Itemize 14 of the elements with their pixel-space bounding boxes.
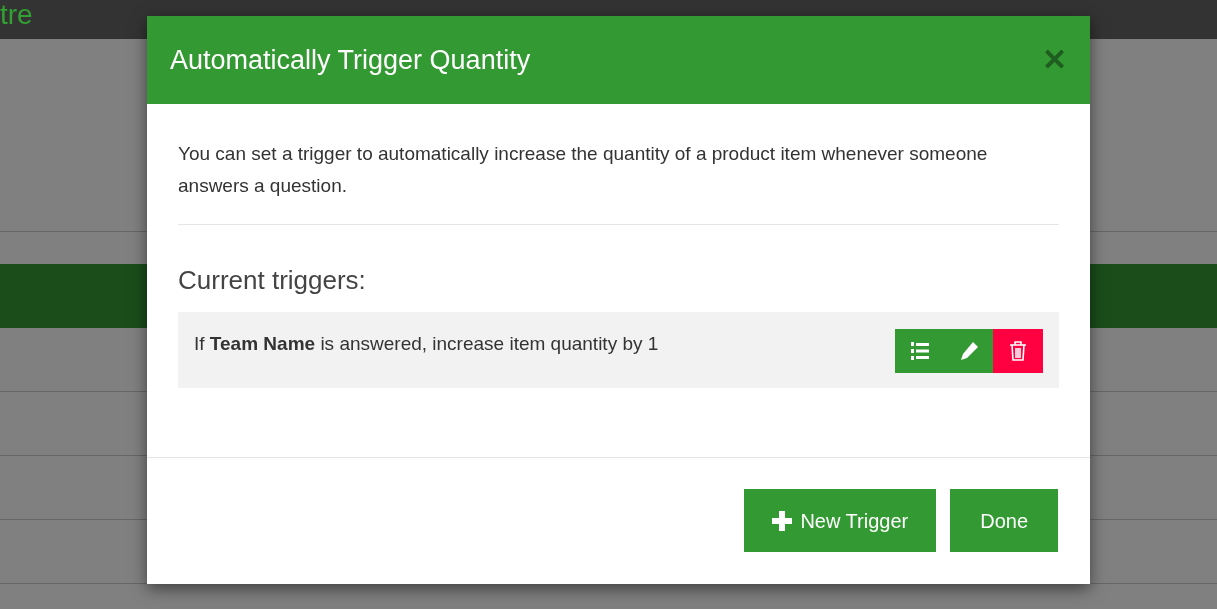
dialog-title: Automatically Trigger Quantity: [170, 43, 531, 77]
trigger-text: If Team Name is answered, increase item quantity by 1: [194, 332, 659, 356]
delete-button[interactable]: [993, 329, 1043, 373]
new-trigger-button[interactable]: New Trigger: [744, 489, 937, 552]
description-text: You can set a trigger to automatically increase the quantity of a product item whenever someone answers a question.: [178, 138, 1059, 225]
done-button[interactable]: Done: [950, 489, 1058, 552]
pencil-icon: [958, 341, 979, 361]
close-button[interactable]: ✕: [1042, 45, 1067, 75]
section-heading: Current triggers:: [178, 264, 367, 297]
logo-text: tre: [0, 0, 33, 30]
edit-button[interactable]: [944, 329, 993, 373]
plus-icon: [772, 510, 793, 531]
trash-icon: [1009, 341, 1027, 361]
reorder-button[interactable]: [895, 329, 944, 373]
